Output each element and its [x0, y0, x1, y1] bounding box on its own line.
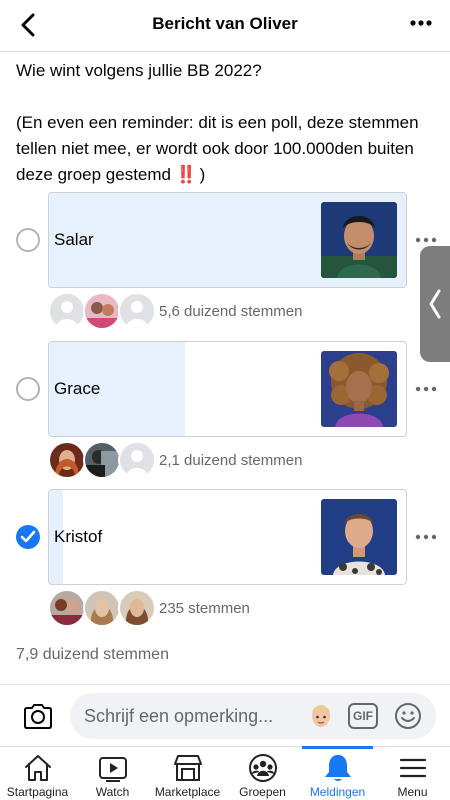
marketplace-icon: [174, 755, 202, 781]
tab-meldingen[interactable]: Meldingen: [300, 746, 375, 800]
radio-button[interactable]: [16, 377, 40, 401]
tab-label: Watch: [95, 785, 130, 799]
watch-icon: [99, 757, 127, 782]
vote-count[interactable]: 235 stemmen: [159, 600, 250, 617]
checkmark-icon: [20, 530, 36, 543]
avatar[interactable]: [83, 441, 121, 479]
chevron-left-icon: [429, 289, 441, 319]
post-text: Wie wint volgens jullie BB 2022? (En eve…: [16, 58, 436, 188]
more-options-icon[interactable]: [414, 525, 438, 549]
post-reminder: (En even een reminder: dit is een poll, …: [16, 113, 419, 184]
vote-count[interactable]: 5,6 duizend stemmen: [159, 303, 302, 320]
home-icon: [25, 755, 51, 781]
gif-icon[interactable]: GIF: [348, 703, 378, 729]
tab-label: Meldingen: [309, 785, 366, 799]
tab-label: Startpagina: [6, 785, 69, 799]
comment-bar: Schrijf een opmerking... GIF: [0, 684, 450, 746]
bottom-tab-bar: Startpagina Watch Marketplace Groepen Me…: [0, 746, 450, 800]
tab-marketplace[interactable]: Marketplace: [150, 747, 225, 800]
poll-option-box[interactable]: Kristof: [48, 489, 407, 585]
poll-option-kristof[interactable]: Kristof: [0, 489, 450, 585]
voter-avatars[interactable]: 2,1 duizend stemmen: [48, 441, 408, 481]
tab-label: Menu: [397, 785, 428, 799]
tab-groepen[interactable]: Groepen: [225, 747, 300, 800]
voter-avatars[interactable]: 235 stemmen: [48, 589, 408, 629]
poll-option-label: Kristof: [54, 527, 103, 546]
avatar[interactable]: [118, 589, 156, 627]
double-exclamation-icon: ‼️: [175, 165, 197, 184]
option-photo: [321, 499, 397, 575]
total-votes[interactable]: 7,9 duizend stemmen: [16, 646, 169, 664]
avatar[interactable]: [83, 589, 121, 627]
tab-label: Groepen: [239, 785, 286, 799]
option-photo: [321, 351, 397, 427]
avatar[interactable]: [118, 292, 156, 330]
emoji-icon[interactable]: [394, 702, 422, 730]
groups-icon: [249, 754, 277, 782]
avatar[interactable]: [118, 441, 156, 479]
poll-option-label: Salar: [54, 230, 94, 249]
page-title: Bericht van Oliver: [152, 14, 298, 33]
avatar[interactable]: [48, 589, 86, 627]
avatar[interactable]: [48, 441, 86, 479]
comment-placeholder: Schrijf een opmerking...: [84, 706, 274, 726]
option-photo: [321, 202, 397, 278]
tab-label: Marketplace: [154, 785, 221, 799]
comment-input[interactable]: Schrijf een opmerking... GIF: [70, 693, 436, 739]
post-question: Wie wint volgens jullie BB 2022?: [16, 61, 262, 80]
avatar-sticker-icon[interactable]: [308, 702, 334, 730]
poll-option-label: Grace: [54, 379, 101, 398]
more-options-icon[interactable]: [408, 10, 434, 36]
camera-icon[interactable]: [22, 701, 54, 731]
poll-option-salar[interactable]: Salar: [0, 192, 450, 288]
avatar[interactable]: [83, 292, 121, 330]
poll-option-box[interactable]: Salar: [48, 192, 407, 288]
poll-option-box[interactable]: Grace: [48, 341, 407, 437]
radio-button-checked[interactable]: [16, 525, 40, 549]
avatar[interactable]: [48, 292, 86, 330]
tab-startpagina[interactable]: Startpagina: [0, 747, 75, 800]
poll-option-grace[interactable]: Grace: [0, 341, 450, 437]
vote-count[interactable]: 2,1 duizend stemmen: [159, 452, 302, 469]
bell-icon: [325, 755, 351, 781]
side-panel-handle[interactable]: [420, 246, 450, 362]
tab-menu[interactable]: Menu: [375, 747, 450, 800]
more-options-icon[interactable]: [414, 377, 438, 401]
tab-watch[interactable]: Watch: [75, 747, 150, 800]
radio-button[interactable]: [16, 228, 40, 252]
voter-avatars[interactable]: 5,6 duizend stemmen: [48, 292, 408, 332]
header: Bericht van Oliver: [0, 0, 450, 52]
menu-icon: [399, 758, 427, 778]
